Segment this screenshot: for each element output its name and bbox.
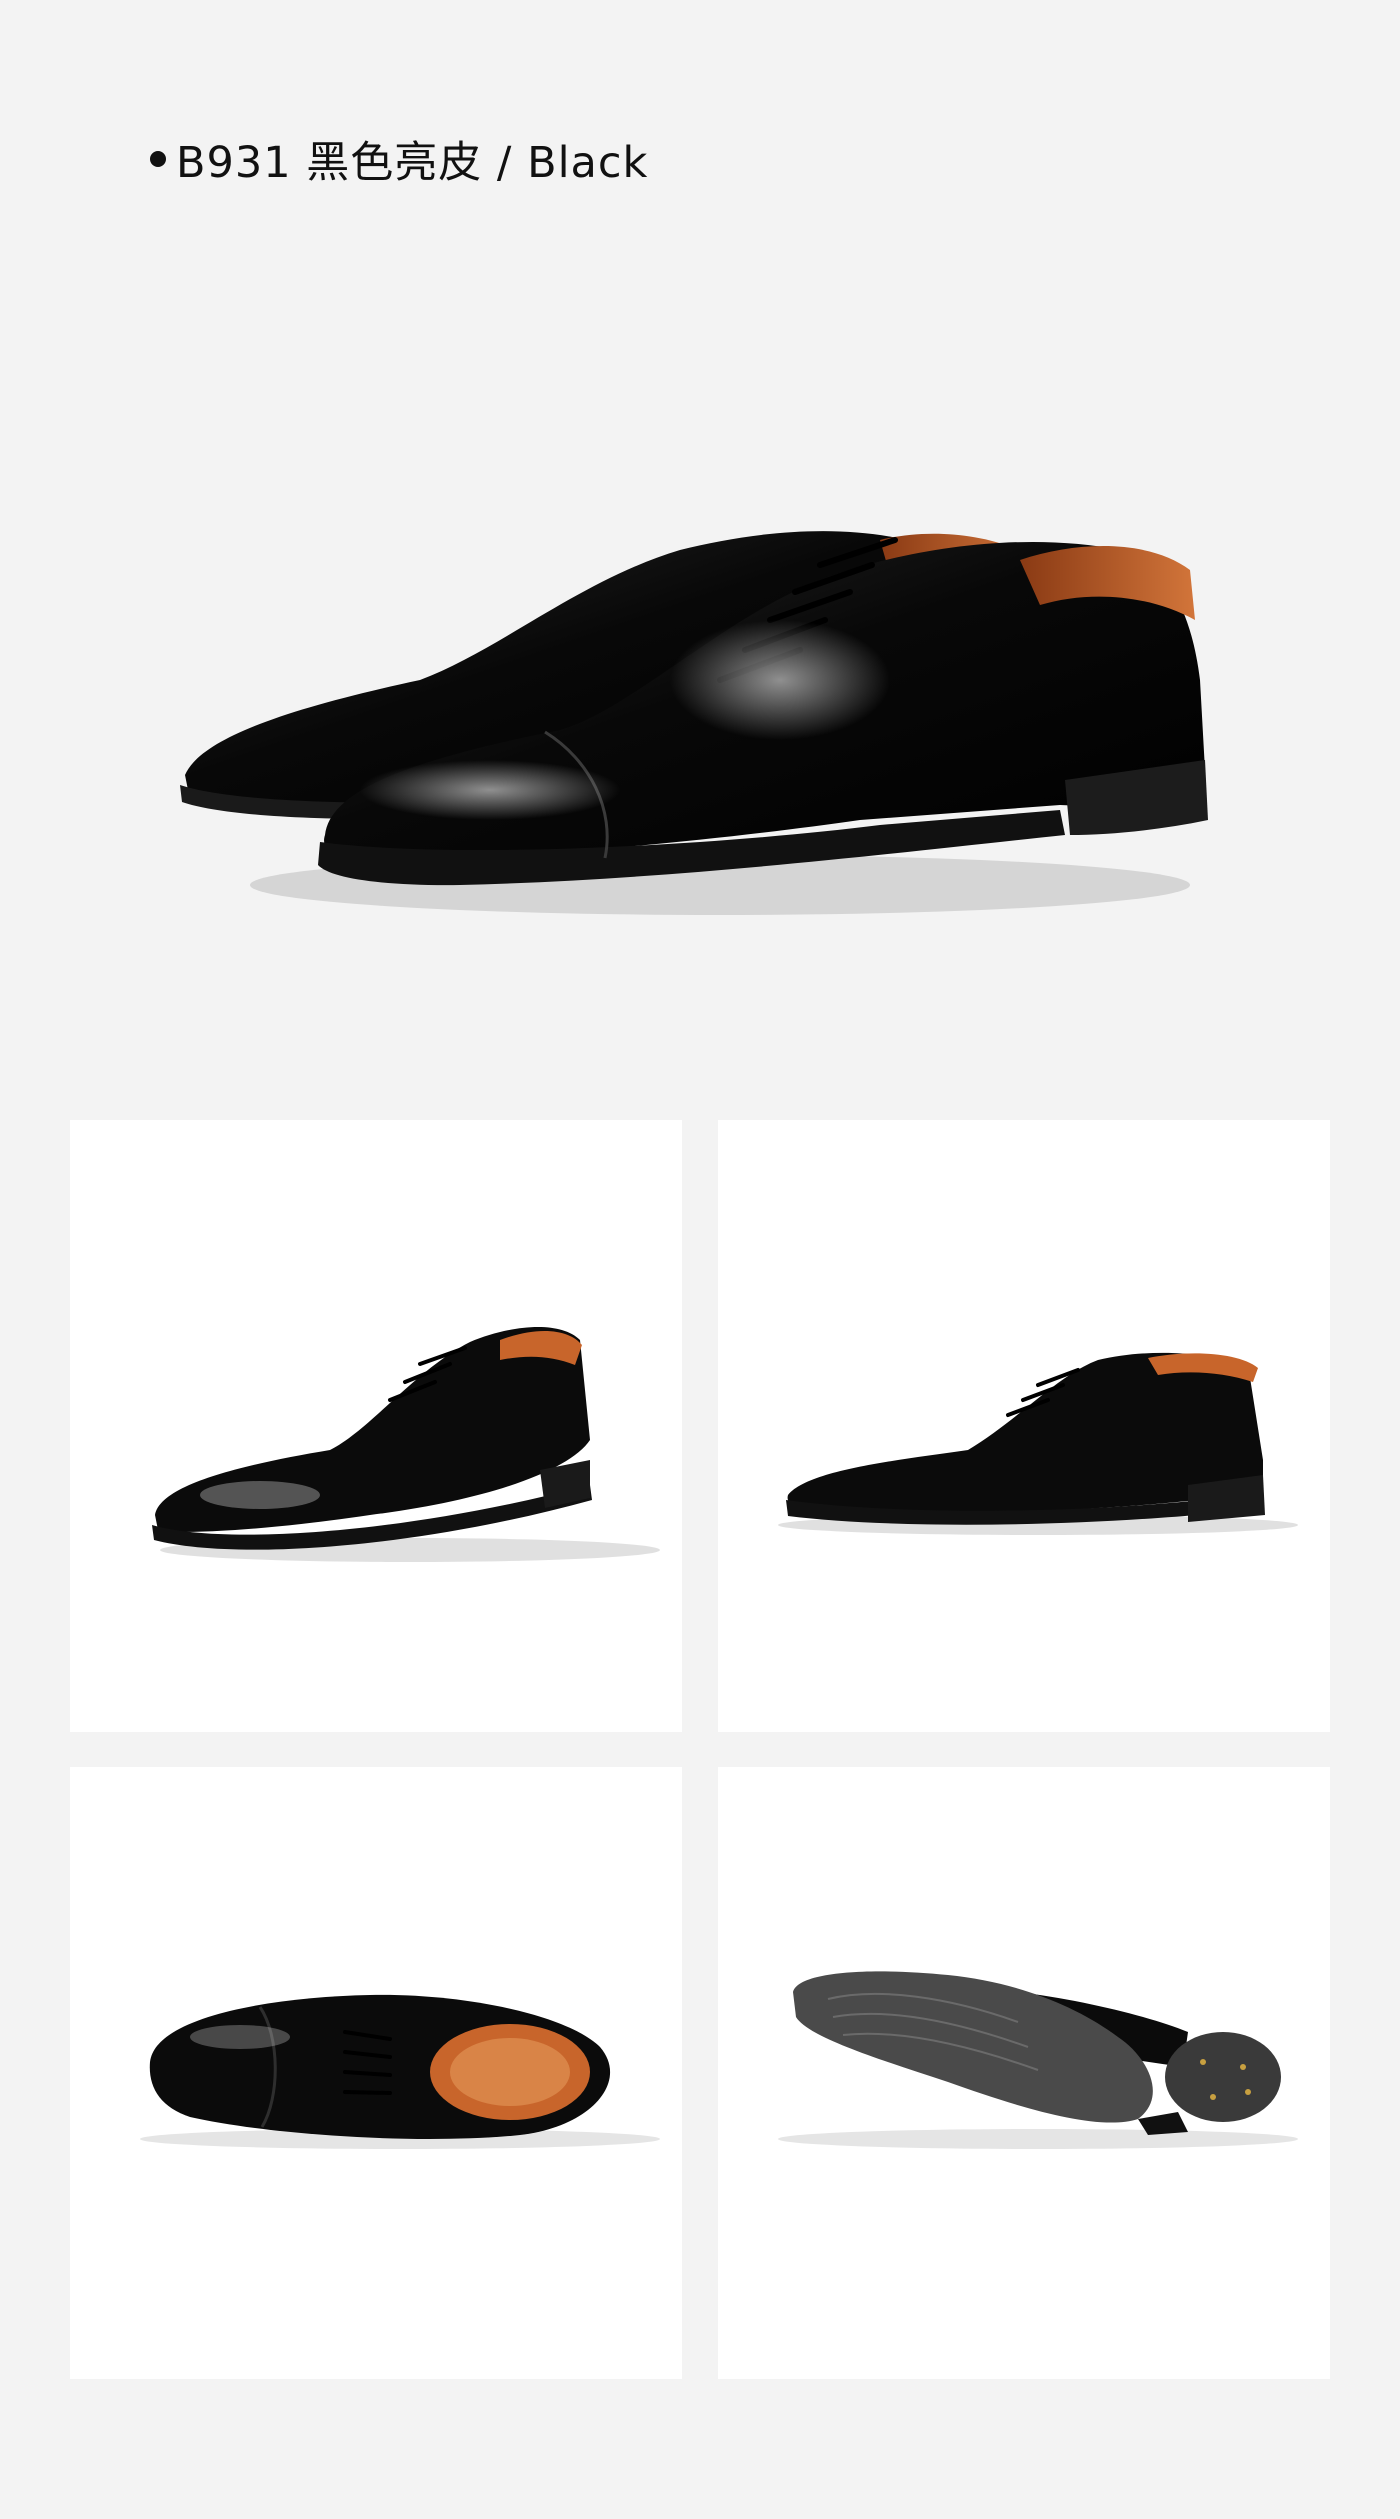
shoe-sole-image [778,1971,1298,2149]
product-title-text: B931 黑色亮皮 / Black [176,138,649,188]
shoe-three-quarter-image [152,1327,660,1562]
shoe-top-image [140,1994,660,2149]
shoe-side-image [778,1352,1298,1535]
gallery-card-side[interactable] [718,1120,1330,1732]
gallery-card-top[interactable] [70,1767,682,2379]
bullet-icon [150,151,166,167]
hero-shoe-pair-image [180,531,1208,915]
gallery-card-three-quarter[interactable] [70,1120,682,1732]
gallery-card-sole[interactable] [718,1767,1330,2379]
product-title: B931 黑色亮皮 / Black [150,128,648,190]
